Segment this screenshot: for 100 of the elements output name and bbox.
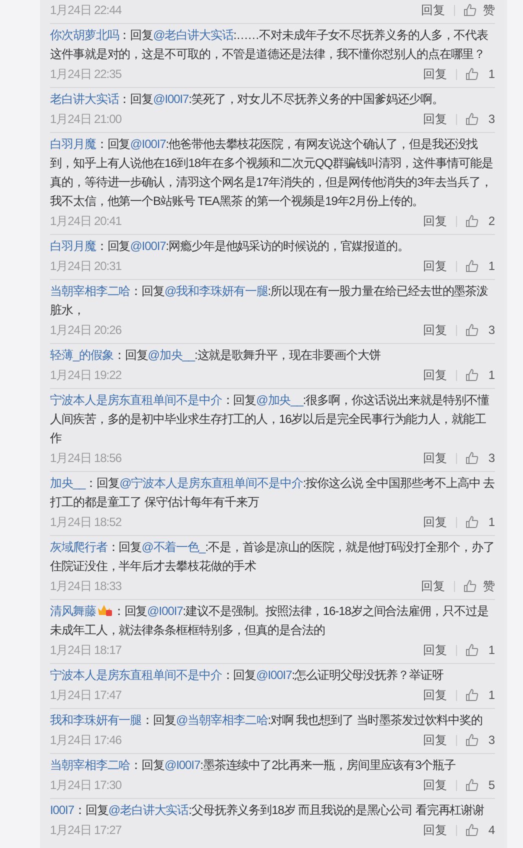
username-link[interactable]: 白羽月魔 <box>50 137 96 151</box>
comment-text: 你次胡萝北吗：回复@老白讲大实话:……不对未成年子女不尽抚养义务的人多，不代表这件事就是对的，这是不可取的，不管是道德还是法律，我不懂你怼别人的点在哪里？ <box>50 27 490 63</box>
username-link[interactable]: 轻薄_的假象 <box>50 348 114 362</box>
comment-text: I00I7：回复@老白讲大实话:父母抚养义务到18岁 而且我说的是黑心公司 看完再杠谢谢 <box>50 802 486 819</box>
like-button[interactable]: 1 <box>465 515 495 529</box>
thumbs-up-icon <box>465 67 479 81</box>
username-link[interactable]: 清风舞藤 <box>50 604 96 618</box>
reply-button[interactable]: 回复 <box>423 686 447 704</box>
comment-time: 1月24日 20:26 <box>50 322 122 338</box>
mention-link[interactable]: @老白讲大实话 <box>108 803 189 817</box>
username-link[interactable]: 当朝宰相李二哈 <box>50 284 130 298</box>
reply-button[interactable]: 回复 <box>423 322 447 338</box>
comment-time: 1月24日 17:47 <box>50 686 122 704</box>
reply-button[interactable]: 回复 <box>423 732 447 748</box>
like-button[interactable]: 4 <box>465 823 495 837</box>
comment-text: 我和李珠妍有一腿：回复@当朝宰相李二哈:对啊 我也想到了 当时墨茶发过饮料中奖的 <box>50 712 484 729</box>
username-link[interactable]: 宁波本人是房东直租单间不是中介 <box>50 668 222 682</box>
thumbs-up-icon <box>463 3 477 17</box>
thumbs-up-icon <box>465 112 479 126</box>
like-button[interactable]: 1 <box>465 688 495 702</box>
reply-button[interactable]: 回复 <box>421 2 445 18</box>
username-link[interactable]: 灰域爬行者 <box>50 540 108 554</box>
reply-button[interactable]: 回复 <box>423 66 447 82</box>
mention-link[interactable]: @I00I7 <box>164 758 200 772</box>
username-link[interactable]: 你次胡萝北吗 <box>50 28 119 42</box>
comment-time: 1月24日 18:17 <box>50 642 122 658</box>
comment-time: 1月24日 21:00 <box>50 110 122 128</box>
comment-text: 轻薄_的假象：回复@加央__:这就是歌舞升平，现在非要画个大饼 <box>50 347 382 364</box>
comment-text: 加央__：回复@宁波本人是房东直租单间不是中介:按你这么说 全中国那些考不上高中 去打工的都是童工了 保守估计每年有千来万 <box>50 475 495 511</box>
comment-text: 白羽月魔：回复@I00I7:他爸带他去攀枝花医院，有网友说这个确认了，但是我还没找到，知乎上有人说他在16到18年在多个视频和二次元QQ群骗钱叫清羽，这件事情可能是真的，等待进一步确认，清羽这个网名是17年消失的，但是网传他消失的3年去当兵了，我不太信，他第一个B站账号 TEA黑茶 的第一个视频是19年2月份上传的。 <box>50 136 494 210</box>
like-button[interactable]: 1 <box>465 67 495 81</box>
like-button[interactable]: 赞 <box>463 578 495 594</box>
like-button[interactable]: 1 <box>465 643 495 657</box>
comment-time: 1月24日 20:41 <box>50 212 122 230</box>
mention-link[interactable]: @老白讲大实话 <box>153 28 234 42</box>
thumbs-up-icon <box>465 323 479 337</box>
reply-button[interactable]: 回复 <box>423 110 447 128</box>
like-button[interactable]: 赞 <box>463 2 495 18</box>
mention-link[interactable]: @I00I7 <box>153 92 189 106</box>
mention-link[interactable]: @加央__ <box>148 348 195 362</box>
like-button[interactable]: 5 <box>465 778 495 792</box>
mention-link[interactable]: @I00I7 <box>130 239 166 253</box>
comment-text: 灰域爬行者：回复@不着一色_:不是，首诊是凉山的医院，就是他打码没打全那个，办了住院证没住，半年后才去攀枝花做的手术 <box>50 539 495 575</box>
like-button[interactable]: 1 <box>465 259 495 273</box>
reply-button[interactable]: 回复 <box>423 822 447 838</box>
comment-time: 1月24日 17:46 <box>50 732 122 748</box>
thumbs-up-icon <box>465 451 479 465</box>
comment-time: 1月24日 17:27 <box>50 822 122 838</box>
comment-text: 宁波本人是房东直租单间不是中介：回复@加央__:很多啊，你这话说出来就是特别不懂人间疾苦，多的是初中毕业求生存打工的人，16岁以后是完全民事行为能力人，就能工作 <box>50 392 490 447</box>
comment-time: 1月24日 19:22 <box>50 366 122 384</box>
thumbs-up-icon <box>465 733 479 747</box>
like-button[interactable]: 3 <box>465 112 495 126</box>
username-link[interactable]: 加央__ <box>50 476 86 490</box>
mention-link[interactable]: @我和李珠妍有一腿 <box>164 284 268 298</box>
mention-link[interactable]: @当朝宰相李二哈 <box>176 713 268 727</box>
comment-text: 当朝宰相李二哈：回复@I00I7:墨茶连续中了2比再来一瓶，房间里应该有3个瓶子 <box>50 757 457 774</box>
reply-button[interactable]: 回复 <box>423 258 447 274</box>
comment-text: 白羽月魔：回复@I00I7:网瘾少年是他妈采访的时候说的，官媒报道的。 <box>50 238 410 255</box>
thumbs-up-icon <box>465 515 479 529</box>
like-button[interactable]: 2 <box>465 214 495 228</box>
reply-button[interactable]: 回复 <box>423 212 447 230</box>
comment-time: 1月24日 18:33 <box>50 578 122 594</box>
comment-time: 1月24日 20:31 <box>50 258 122 274</box>
username-link[interactable]: 宁波本人是房东直租单间不是中介 <box>50 393 222 407</box>
username-link[interactable]: I00I7 <box>50 803 74 817</box>
mention-link[interactable]: @宁波本人是房东直租单间不是中介 <box>120 476 303 490</box>
reply-button[interactable]: 回复 <box>423 450 447 466</box>
reply-button[interactable]: 回复 <box>423 776 447 794</box>
comment-text: 老白讲大实话：回复@I00I7:笑死了，对女儿不尽抚养义务的中国爹妈还少啊。 <box>50 91 444 108</box>
like-button[interactable]: 3 <box>465 451 495 465</box>
mention-link[interactable]: @I00I7 <box>147 604 183 618</box>
comment-text: 当朝宰相李二哈：回复@我和李珠妍有一腿:所以现在有一股力量在给已经去世的墨茶泼脏水， <box>50 283 490 319</box>
thumbs-up-icon <box>465 368 479 382</box>
reply-button[interactable]: 回复 <box>421 578 445 594</box>
comment-time: 1月24日 22:44 <box>50 2 122 18</box>
mention-link[interactable]: @I00I7 <box>130 137 166 151</box>
thumbs-up-icon <box>465 778 479 792</box>
reply-button[interactable]: 回复 <box>423 642 447 658</box>
reply-button[interactable]: 回复 <box>423 366 447 384</box>
mention-link[interactable]: @I00I7 <box>256 668 292 682</box>
username-link[interactable]: 当朝宰相李二哈 <box>50 758 130 772</box>
thumbs-up-icon <box>465 643 479 657</box>
mention-link[interactable]: @加央__ <box>256 393 303 407</box>
username-link[interactable]: 我和李珠妍有一腿 <box>50 713 142 727</box>
like-button[interactable]: 3 <box>465 733 495 747</box>
reply-button[interactable]: 回复 <box>423 514 447 530</box>
comment-time: 1月24日 18:56 <box>50 450 122 466</box>
comment-time: 1月24日 22:35 <box>50 66 122 82</box>
comment-time: 1月24日 18:52 <box>50 514 122 530</box>
username-link[interactable]: 老白讲大实话 <box>50 92 119 106</box>
comment-time: 1月24日 17:30 <box>50 776 122 794</box>
like-button[interactable]: 3 <box>465 323 495 337</box>
comment-text: 宁波本人是房东直租单间不是中介：回复@I00I7:怎么证明父母没抚养？举证呀 <box>50 667 444 684</box>
thumbs-up-icon <box>465 214 479 228</box>
thumbs-up-icon <box>465 823 479 837</box>
mention-link[interactable]: @不着一色_ <box>142 540 206 554</box>
like-button[interactable]: 1 <box>465 368 495 382</box>
username-link[interactable]: 白羽月魔 <box>50 239 96 253</box>
thumbs-up-icon <box>465 688 479 702</box>
thumbs-up-icon <box>463 579 477 593</box>
